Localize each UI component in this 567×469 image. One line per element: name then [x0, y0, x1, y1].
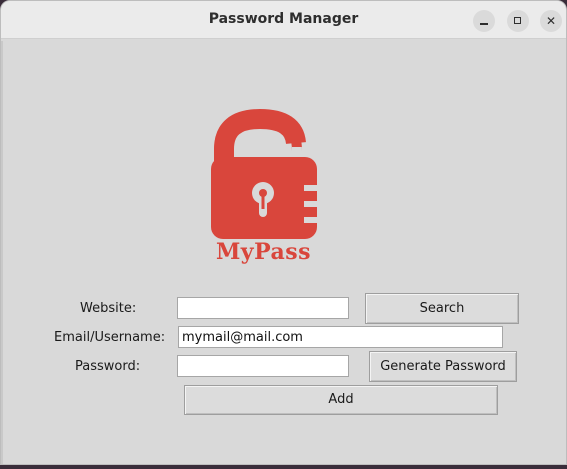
- search-button[interactable]: Search: [365, 293, 519, 324]
- close-icon: ✕: [545, 14, 557, 28]
- title-bar[interactable]: Password Manager ✕: [1, 1, 566, 39]
- generate-password-button[interactable]: Generate Password: [369, 351, 517, 382]
- minimize-icon: [480, 23, 488, 25]
- close-button[interactable]: ✕: [540, 10, 562, 32]
- maximize-button[interactable]: [507, 10, 529, 32]
- add-button[interactable]: Add: [184, 385, 498, 415]
- email-label: Email/Username:: [54, 330, 166, 345]
- maximize-icon: [514, 17, 521, 24]
- app-window: Password Manager ✕ MyPass Website: Searc…: [0, 0, 567, 465]
- window-edge: [1, 41, 3, 464]
- website-label: Website:: [80, 301, 137, 316]
- brand-logo-text: MyPass: [215, 239, 312, 265]
- password-label: Password:: [75, 359, 141, 374]
- password-input[interactable]: [177, 355, 349, 377]
- minimize-button[interactable]: [473, 10, 495, 32]
- padlock-open-icon: [211, 109, 317, 239]
- email-input[interactable]: [178, 326, 503, 348]
- website-input[interactable]: [177, 297, 349, 319]
